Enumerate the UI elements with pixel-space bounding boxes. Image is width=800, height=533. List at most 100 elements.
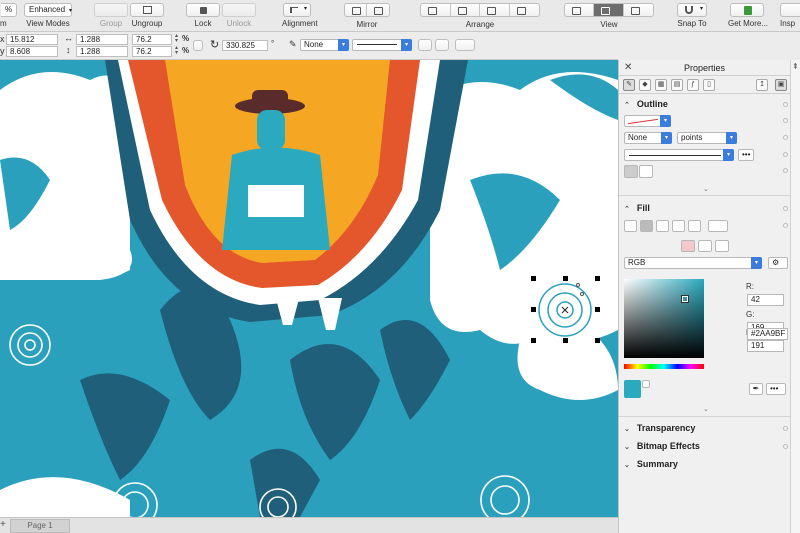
b-value-field[interactable]: 191 [747,340,784,352]
selection-handle-tr[interactable] [595,276,600,281]
line-cap-reset-dot[interactable] [783,168,788,173]
scale-x-stepper[interactable]: ▴ ▾ [172,33,181,45]
to-front-icon[interactable] [421,4,451,16]
to-back-icon[interactable] [510,4,539,16]
effects-icon[interactable]: ▤ [671,79,683,91]
outline-expand-chevron-icon[interactable]: ⌄ [703,185,709,193]
transparency-reset-dot[interactable] [783,426,788,431]
no-fill-button[interactable] [624,220,637,232]
view-mode-dropdown[interactable]: Enhanced ▾ [24,3,72,17]
view-panel-icon[interactable] [624,4,653,16]
fill-more-button[interactable]: ••• [766,383,786,395]
lock-button[interactable] [186,3,220,17]
x-position-field[interactable]: 15.812 [6,34,58,45]
outline-color-reset-dot[interactable] [783,118,788,123]
mirror-horizontal-icon[interactable] [345,4,367,16]
selection-handle-bm[interactable] [563,338,568,343]
copy-attributes-button[interactable] [418,39,432,51]
page-tab[interactable]: Page 1 [10,519,70,533]
unlock-button[interactable] [222,3,256,17]
fill-options-button[interactable] [708,220,728,232]
zoom-dropdown[interactable]: % [1,3,17,17]
fountain-fill-button[interactable] [656,220,669,232]
previous-color-swatch[interactable] [642,380,650,388]
scale-y-field[interactable]: 76.2 [132,46,172,57]
selection-handle-bl[interactable] [531,338,536,343]
color-model-select[interactable]: RGB ▾ [624,257,762,269]
rotation-handle[interactable] [576,283,580,287]
outline-style-select[interactable]: None ▾ [300,39,349,51]
summary-section-header[interactable]: ⌄ Summary [624,459,678,469]
r-value-field[interactable]: 42 [747,294,784,306]
selection-handle-br[interactable] [595,338,600,343]
texture-fill-button[interactable] [688,220,701,232]
docker-tab-strip[interactable]: ⇞ [790,60,800,533]
selection-handle-tl[interactable] [531,276,536,281]
group-button[interactable] [94,3,128,17]
outline-pen-icon[interactable]: ✎ [623,79,635,91]
transparency-section-header[interactable]: ⌄ Transparency [624,423,695,433]
fill-color-swatch[interactable] [624,380,641,398]
pattern-fill-button[interactable] [672,220,685,232]
selection-handle-mr[interactable] [595,307,600,312]
inspector-button[interactable] [780,3,800,17]
fill-reset-dot[interactable] [783,206,788,211]
drawing-canvas[interactable] [0,60,618,517]
fx-icon[interactable]: ƒ [687,79,699,91]
y-position-field[interactable]: 8.608 [6,46,58,57]
rotation-field[interactable]: 330.825 [222,40,268,51]
bitmap-effects-reset-dot[interactable] [783,444,788,449]
export-icon[interactable]: ↥ [756,79,768,91]
outline-style-panel-select[interactable]: ▾ [624,149,734,161]
forward-one-icon[interactable] [451,4,480,16]
hex-value-field[interactable]: #2AA9BF [747,328,788,340]
outline-color-select[interactable]: ▾ [624,115,671,127]
outline-more-button[interactable]: ••• [738,149,754,161]
color-settings-button[interactable]: ⚙ [768,257,788,269]
fill-type-reset-dot[interactable] [783,223,788,228]
get-more-button[interactable] [730,3,764,17]
line-join-button[interactable] [639,165,653,178]
pin-icon[interactable]: ⇞ [792,62,799,71]
outline-units-select[interactable]: points ▾ [677,132,737,144]
view-wireframe-icon[interactable] [565,4,595,16]
ungroup-button[interactable] [130,3,164,17]
close-icon[interactable]: ✕ [624,60,632,76]
summary-icon[interactable]: ▯ [703,79,715,91]
outline-width-select[interactable]: None ▾ [624,132,672,144]
line-style-select[interactable]: ▾ [352,39,412,51]
height-field[interactable]: 1.288 [76,46,128,57]
snap-to-button[interactable]: ▾ [677,3,707,17]
color-sliders-button[interactable] [698,240,712,252]
mirror-vertical-icon[interactable] [367,4,389,16]
line-cap-button[interactable] [624,165,638,178]
fill-section-header[interactable]: ⌃ Fill [624,203,650,213]
color-palettes-button[interactable] [715,240,729,252]
panel-options-icon[interactable]: ▣ [775,79,787,91]
outline-section-header[interactable]: ⌃ Outline [624,99,668,109]
back-one-icon[interactable] [480,4,510,16]
selection-handle-ml[interactable] [531,307,536,312]
outline-style-reset-dot[interactable] [783,152,788,157]
scale-y-stepper[interactable]: ▴ ▾ [172,45,181,57]
transparency-icon[interactable]: ▦ [655,79,667,91]
color-picker-area[interactable] [624,279,704,358]
wrap-options-button[interactable] [455,39,475,51]
alignment-button[interactable]: ▾ [283,3,311,17]
uniform-fill-button[interactable] [640,220,653,232]
fill-expand-chevron-icon[interactable]: ⌄ [703,405,709,413]
color-viewer-button[interactable] [681,240,695,252]
scale-x-field[interactable]: 76.2 [132,34,172,45]
hue-slider[interactable] [624,364,704,369]
selection-handle-tm[interactable] [563,276,568,281]
paste-attributes-button[interactable] [435,39,449,51]
outline-width-reset-dot[interactable] [783,135,788,140]
lock-ratio-button[interactable] [193,40,203,51]
outline-reset-dot[interactable] [783,102,788,107]
fill-bucket-icon[interactable]: ◆ [639,79,651,91]
width-field[interactable]: 1.288 [76,34,128,45]
add-page-icon[interactable]: + [0,519,6,530]
view-normal-icon[interactable] [594,4,624,16]
eyedropper-icon[interactable]: ✒ [749,383,763,395]
bitmap-effects-section-header[interactable]: ⌄ Bitmap Effects [624,441,700,451]
